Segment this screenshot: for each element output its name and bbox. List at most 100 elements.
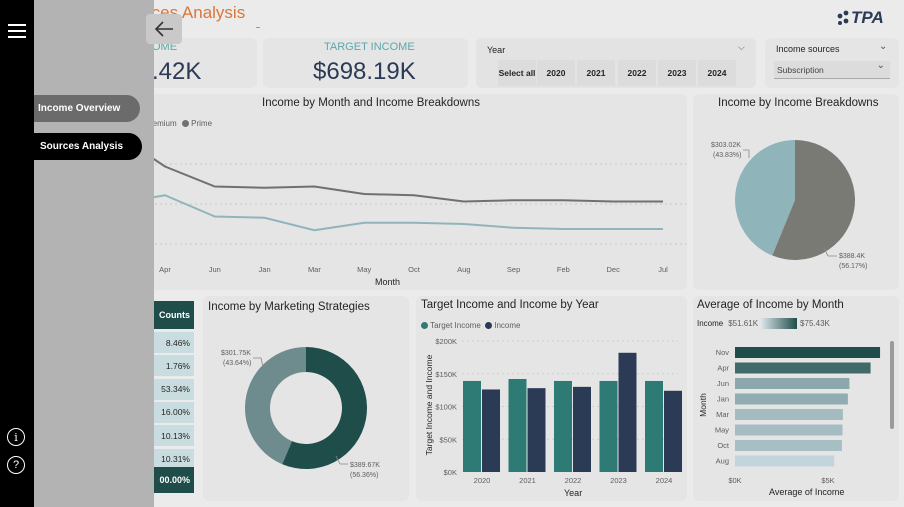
income-sources-label: Income sources (776, 44, 840, 54)
donut-leader-line (253, 357, 264, 368)
pie-label-pct: (43.83%) (713, 152, 741, 159)
kpi-income-value: .42K (152, 58, 202, 85)
hbar-chart-plot: Nov Apr Jun Jan Mar May Oct Aug $0K $5K (715, 347, 881, 485)
donut-label-value: $389.67K (350, 462, 380, 469)
kpi-card-target-income: TARGET INCOME $698.19K (263, 38, 468, 88)
hbar-bar (735, 424, 843, 436)
donut-label-pct: (43.64%) (223, 360, 251, 367)
line-x-tick-label: Jun (209, 265, 221, 274)
pie-chart-card: Income by Income Breakdowns $303.02K (43.… (693, 94, 899, 290)
column-bar-target-income (554, 380, 572, 472)
counts-total: 00.00% (150, 467, 194, 493)
hbar-y-tick-label: Apr (717, 364, 729, 373)
chevron-down-icon[interactable]: ⌄ (879, 41, 887, 52)
line-x-tick-label: Oct (408, 265, 421, 274)
pie-label-pct: (56.17%) (839, 263, 867, 270)
navigation-flyout: Income Overview Sources Analysis (34, 0, 182, 507)
donut-chart-plot: $301.75K (43.64%) $389.67K (56.36%) (221, 347, 380, 479)
kpi-card-income: OME .42K (150, 38, 257, 88)
year-slicer-label: Year (487, 45, 506, 55)
hbar-x-axis-title: Average of Income (769, 487, 845, 497)
donut-label-value: $301.75K (221, 350, 251, 357)
column-bar-income (618, 352, 637, 472)
counts-row-value: 8.46% (150, 332, 194, 353)
income-sources-dropdown[interactable]: Subscription ⌄ (774, 60, 890, 79)
column-y-tick-label: $100K (435, 403, 457, 412)
year-option-2024[interactable]: 2024 (698, 60, 736, 86)
nav-income-overview[interactable]: Income Overview (34, 95, 140, 122)
year-option-select-all[interactable]: Select all (498, 60, 536, 86)
column-bar-target-income (508, 378, 527, 472)
hbar-x-tick-label: $5K (821, 476, 834, 485)
hamburger-icon[interactable] (8, 23, 26, 39)
info-icon[interactable]: i (7, 428, 25, 446)
hbar-bar (735, 347, 881, 358)
column-x-tick-label: 2024 (656, 476, 673, 485)
column-y-axis-title: Target Income and Income (424, 354, 434, 456)
column-bar-income (482, 389, 500, 472)
hbar-bar (735, 455, 835, 467)
hbar-y-tick-label: Mar (716, 410, 729, 419)
hbar-chart-card: Average of Income by Month Income $51.61… (693, 296, 899, 501)
hbar-y-tick-label: Nov (716, 348, 730, 357)
counts-table-card: Counts 8.46% 1.76% 53.34% 16.00% 10.13% 10.31… (150, 301, 197, 495)
hbar-y-tick-label: Oct (717, 441, 730, 450)
column-bar-income (573, 386, 591, 472)
line-x-tick-label: Jul (658, 265, 668, 274)
column-y-tick-label: $50K (439, 435, 457, 444)
chevron-down-icon: ⌄ (876, 60, 885, 71)
line-x-tick-label: Apr (159, 265, 171, 274)
income-sources-selected: Subscription (777, 65, 824, 75)
kpi-target-label: TARGET INCOME (324, 41, 415, 53)
counts-row-value: 10.13% (150, 425, 194, 447)
hbar-y-tick-label: May (715, 426, 729, 435)
counts-header-label: Counts (159, 310, 190, 320)
column-bar-target-income (599, 380, 618, 472)
year-option-2022[interactable]: 2022 (618, 60, 656, 86)
line-x-tick-label: Sep (507, 265, 520, 274)
line-chart-card: Income by Month and Income Breakdowns re… (150, 94, 687, 290)
year-option-2021[interactable]: 2021 (577, 60, 615, 86)
pie-label-value: $388.4K (839, 253, 865, 260)
column-bar-income (664, 390, 682, 472)
hbar-bar (735, 409, 843, 420)
column-x-tick-label: 2023 (610, 476, 627, 485)
year-slicer[interactable]: Year ⌵ Select all 2020 2021 2022 2023 20… (476, 38, 756, 88)
pie-leader-line (743, 149, 750, 158)
nav-sources-analysis[interactable]: Sources Analysis (34, 133, 142, 160)
donut-chart-card: Income by Marketing Strategies $301.75K(… (203, 296, 409, 501)
year-option-2020[interactable]: 2020 (537, 60, 575, 86)
help-icon[interactable]: ? (7, 456, 25, 474)
column-bar-target-income (645, 380, 663, 472)
column-bar-target-income (463, 380, 481, 472)
column-y-tick-label: $150K (435, 370, 457, 379)
hbar-bar (735, 440, 842, 451)
nav-sources-analysis-label: Sources Analysis (40, 141, 124, 152)
column-x-tick-label: 2022 (565, 476, 582, 485)
pie-chart-plot: $303.02K (43.83%) $388.4K (56.17%) (711, 140, 867, 270)
hbar-bar (735, 393, 848, 405)
company-logo: TPA (836, 8, 898, 28)
counts-header: Counts (150, 301, 194, 329)
column-bar-income (527, 388, 546, 472)
income-sources-slicer[interactable]: Income sources ⌄ Subscription ⌄ (765, 38, 899, 88)
hbar-scrollbar[interactable] (890, 341, 894, 429)
column-x-tick-label: 2020 (474, 476, 491, 485)
hbar-x-tick-label: $0K (728, 476, 741, 485)
logo-text: TPA (851, 8, 884, 27)
line-x-axis-title: Month (375, 277, 401, 287)
column-x-tick-label: 2021 (519, 476, 536, 485)
back-button[interactable] (146, 14, 182, 44)
chevron-down-icon[interactable]: ⌵ (738, 42, 745, 53)
hbar-bar (735, 362, 871, 374)
column-x-axis-title: Year (564, 488, 583, 498)
hbar-bar (735, 378, 850, 389)
hbar-y-tick-label: Aug (716, 457, 729, 466)
line-x-tick-label: Jan (259, 265, 271, 274)
hbar-y-tick-label: Jun (717, 379, 729, 388)
line-x-tick-label: Dec (607, 265, 621, 274)
title-underline (256, 27, 260, 28)
line-x-tick-label: Aug (457, 265, 470, 274)
year-option-2023[interactable]: 2023 (658, 60, 696, 86)
column-chart-card: Target Income and Income by Year Target … (416, 296, 687, 501)
